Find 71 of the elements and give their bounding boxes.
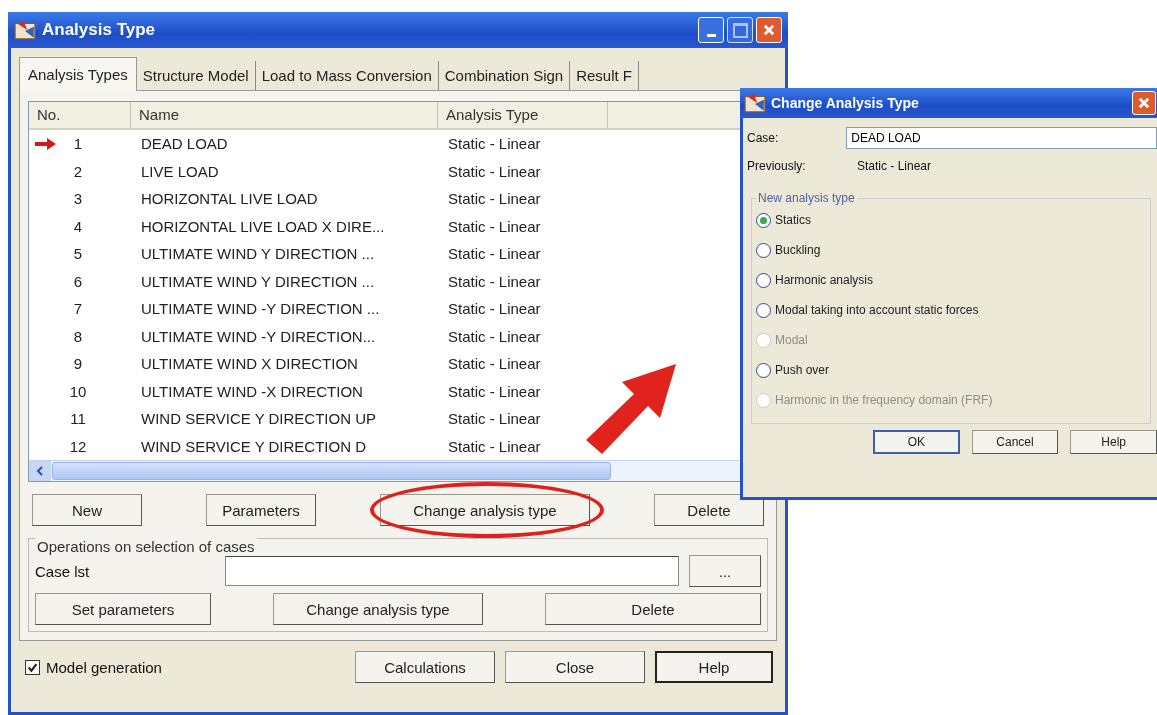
table-cell-text: WIND SERVICE Y DIRECTION UP	[140, 410, 378, 428]
radio-label[interactable]: Buckling	[775, 243, 821, 257]
button[interactable]: OK	[873, 430, 960, 454]
table-cell-text: 4	[72, 217, 84, 235]
table-cell-text: ULTIMATE WIND -X DIRECTION	[140, 382, 364, 400]
table-cell-text: 9	[72, 355, 84, 373]
column-header[interactable]: Name	[131, 102, 438, 128]
table-cell-text: Static - Linear	[447, 410, 542, 428]
table-cell-text: ULTIMATE WIND Y DIRECTION ...	[140, 245, 376, 263]
browse-button[interactable]: ...	[689, 555, 761, 587]
radio-label[interactable]: Harmonic analysis	[775, 273, 874, 287]
group-title: Operations on selection of cases	[35, 538, 257, 555]
table-cell-text: 2	[72, 162, 84, 180]
field-label: Previously:	[747, 159, 807, 173]
checkbox-label: Model generation	[46, 658, 162, 676]
table-cell-text: Static - Linear	[447, 382, 542, 400]
table-cell-text: ULTIMATE WIND -Y DIRECTION ...	[140, 300, 381, 318]
table-cell-text: 7	[72, 300, 84, 318]
input-field[interactable]: DEAD LOAD	[846, 127, 1157, 149]
table-cell-text: Static - Linear	[447, 327, 542, 345]
table-cell-text: Static - Linear	[447, 217, 542, 235]
column-header[interactable]: No.	[29, 102, 131, 128]
table-cell-text: 10	[68, 382, 88, 400]
table-cell-text: 6	[72, 272, 84, 290]
tab[interactable]: Analysis Types	[19, 57, 137, 91]
button[interactable]: Cancel	[971, 430, 1059, 454]
button[interactable]: New	[32, 494, 142, 526]
table-cell-text: ULTIMATE WIND X DIRECTION	[140, 355, 359, 373]
column-header[interactable]: Analysis Type	[438, 102, 608, 128]
radio-label: Harmonic in the frequency domain (FRF)	[775, 393, 993, 407]
button[interactable]: Change analysis type	[273, 593, 483, 625]
table-cell-text: 5	[72, 245, 84, 263]
window-title: Analysis Type	[42, 20, 156, 40]
table-cell-text: ULTIMATE WIND -Y DIRECTION...	[140, 327, 377, 345]
field-label: Case lst	[35, 562, 91, 580]
table-cell-text: ULTIMATE WIND Y DIRECTION ...	[140, 272, 376, 290]
field-value: Static - Linear	[857, 159, 932, 173]
table-cell-text: Static - Linear	[447, 437, 542, 455]
table-cell-text: 8	[72, 327, 84, 345]
table-cell-text: Static - Linear	[447, 135, 542, 153]
button[interactable]: Help	[1070, 430, 1157, 454]
table-cell-text: 1	[72, 135, 84, 153]
table-cell-text: HORIZONTAL LIVE LOAD X DIRE...	[140, 217, 386, 235]
table-cell-text: Static - Linear	[447, 162, 542, 180]
group-title: New analysis type	[756, 191, 857, 205]
radio-label[interactable]: Push over	[775, 363, 830, 377]
button[interactable]: Delete	[545, 593, 761, 625]
table-cell-text: LIVE LOAD	[140, 162, 220, 180]
button[interactable]: Set parameters	[35, 593, 211, 625]
button[interactable]: Delete	[654, 494, 764, 526]
field-label: Case:	[747, 131, 780, 145]
table-cell-text: Static - Linear	[447, 245, 542, 263]
button[interactable]: Parameters	[206, 494, 316, 526]
button[interactable]: Help	[655, 651, 773, 683]
table-cell-text: Static - Linear	[447, 355, 542, 373]
dialog-title: Change Analysis Type	[771, 95, 919, 111]
table-cell-text: Static - Linear	[447, 272, 542, 290]
radio-label: Modal	[775, 333, 808, 347]
table-cell-text: HORIZONTAL LIVE LOAD	[140, 190, 319, 208]
table-cell-text: 3	[72, 190, 84, 208]
table-cell-text: Static - Linear	[447, 190, 542, 208]
button[interactable]: Calculations	[355, 651, 495, 683]
button[interactable]: Change analysis type	[380, 494, 590, 526]
table-cell-text: DEAD LOAD	[140, 135, 229, 153]
table-cell-text: Static - Linear	[447, 300, 542, 318]
table-cell-text: 11	[69, 410, 87, 428]
table-cell-text: WIND SERVICE Y DIRECTION D	[140, 437, 368, 455]
table-cell-text: 12	[68, 437, 88, 455]
radio-label[interactable]: Statics	[775, 213, 811, 227]
button[interactable]: Close	[505, 651, 645, 683]
radio-label[interactable]: Modal taking into account static forces	[775, 303, 979, 317]
